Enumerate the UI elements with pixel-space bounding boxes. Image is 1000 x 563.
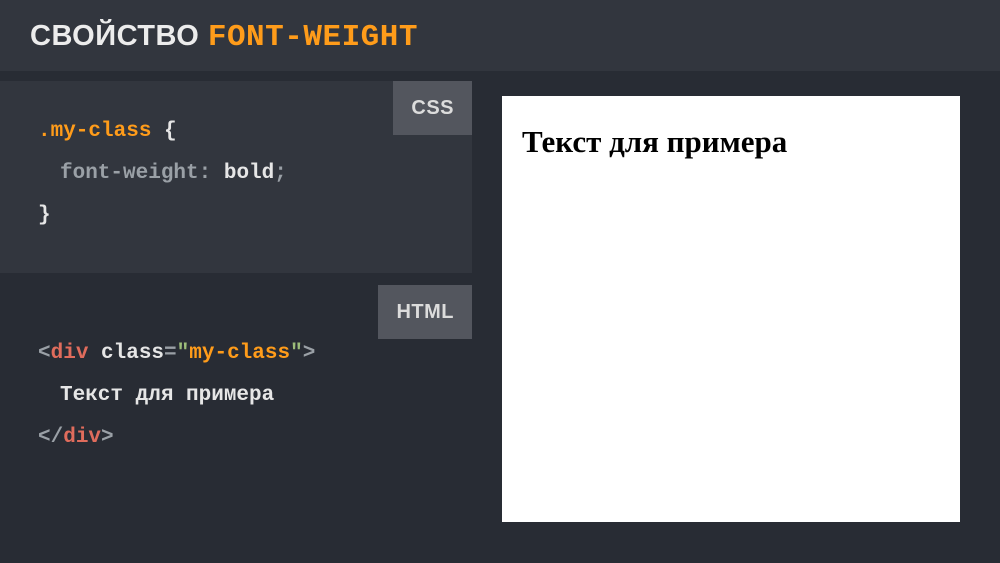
slide-title: СВОЙСТВО FONT-WEIGHT	[30, 20, 970, 55]
title-prefix: СВОЙСТВО	[30, 20, 208, 52]
content-area: CSS .my-class { font-weight: bold; } HTM…	[0, 71, 1000, 562]
html-label: HTML	[378, 285, 472, 339]
code-column: CSS .my-class { font-weight: bold; } HTM…	[0, 71, 472, 562]
html-code-block: HTML <div class="my-class"> Текст для пр…	[0, 285, 472, 487]
css-code-block: CSS .my-class { font-weight: bold; }	[0, 81, 472, 273]
html-line-2: Текст для примера	[38, 375, 442, 417]
preview-box: Текст для примера	[502, 96, 960, 522]
css-line-1: .my-class {	[38, 111, 442, 153]
html-line-3: </div>	[38, 417, 442, 459]
css-label: CSS	[393, 81, 472, 135]
css-line-3: }	[38, 195, 442, 237]
preview-text: Текст для примера	[522, 124, 940, 160]
preview-column: Текст для примера	[472, 71, 1000, 562]
title-property: FONT-WEIGHT	[208, 20, 418, 55]
html-line-1: <div class="my-class">	[38, 333, 442, 375]
slide-header: СВОЙСТВО FONT-WEIGHT	[0, 0, 1000, 71]
css-line-2: font-weight: bold;	[38, 153, 442, 195]
